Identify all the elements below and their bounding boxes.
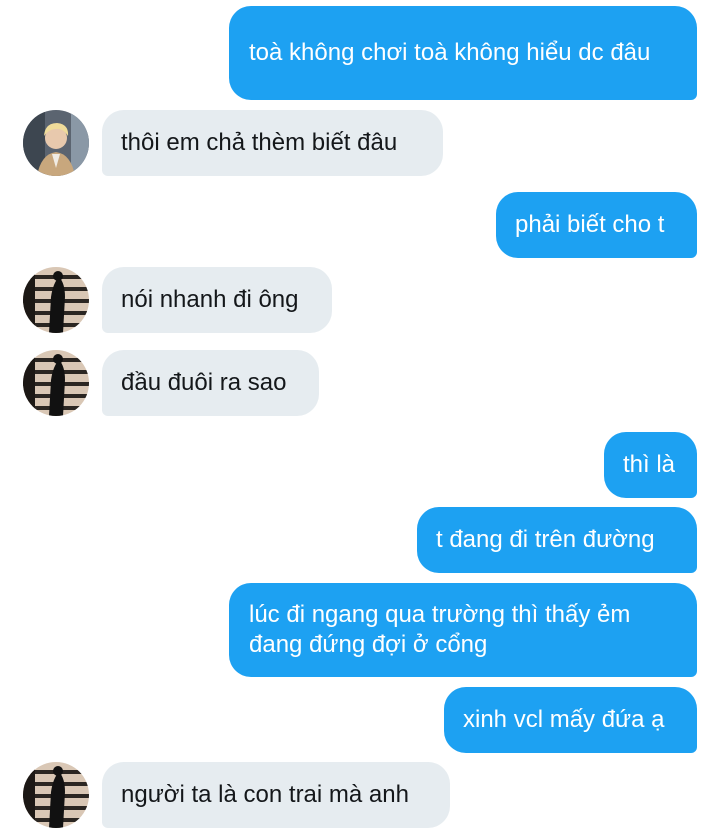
silhouette-window-avatar[interactable] xyxy=(23,267,89,333)
message-text: toà không chơi toà không hiểu dc đâu xyxy=(249,39,651,66)
message-bubble-incoming[interactable]: người ta là con trai mà anh xyxy=(102,762,450,828)
message-text: t đang đi trên đường xyxy=(436,526,655,553)
message-bubble-outgoing[interactable]: xinh vcl mấy đứa ạ xyxy=(444,687,697,753)
message-bubble-outgoing[interactable]: t đang đi trên đường xyxy=(417,507,697,573)
blond-person-avatar[interactable] xyxy=(23,110,89,176)
message-text: xinh vcl mấy đứa ạ xyxy=(463,706,665,733)
message-bubble-outgoing[interactable]: lúc đi ngang qua trường thì thấy ẻm đang… xyxy=(229,583,697,677)
message-bubble-incoming[interactable]: nói nhanh đi ông xyxy=(102,267,332,333)
message-text: thì là xyxy=(623,451,676,478)
message-bubble-outgoing[interactable]: thì là xyxy=(604,432,697,498)
message-text: thôi em chả thèm biết đâu xyxy=(121,129,398,156)
message-bubble-outgoing[interactable]: toà không chơi toà không hiểu dc đâu xyxy=(229,6,697,100)
message-text: lúc đi ngang qua trường thì thấy ẻm đang… xyxy=(249,601,631,658)
message-text: phải biết cho t xyxy=(515,211,665,238)
message-bubble-incoming[interactable]: thôi em chả thèm biết đâu xyxy=(102,110,443,176)
silhouette-window-avatar[interactable] xyxy=(23,762,89,828)
message-text: người ta là con trai mà anh xyxy=(121,781,409,808)
message-text: đầu đuôi ra sao xyxy=(121,369,287,396)
conversation-view: toà không chơi toà không hiểu dc đâu thô… xyxy=(0,0,719,840)
message-bubble-outgoing[interactable]: phải biết cho t xyxy=(496,192,697,258)
message-text: nói nhanh đi ông xyxy=(121,286,299,313)
silhouette-window-avatar[interactable] xyxy=(23,350,89,416)
message-bubble-incoming[interactable]: đầu đuôi ra sao xyxy=(102,350,319,416)
